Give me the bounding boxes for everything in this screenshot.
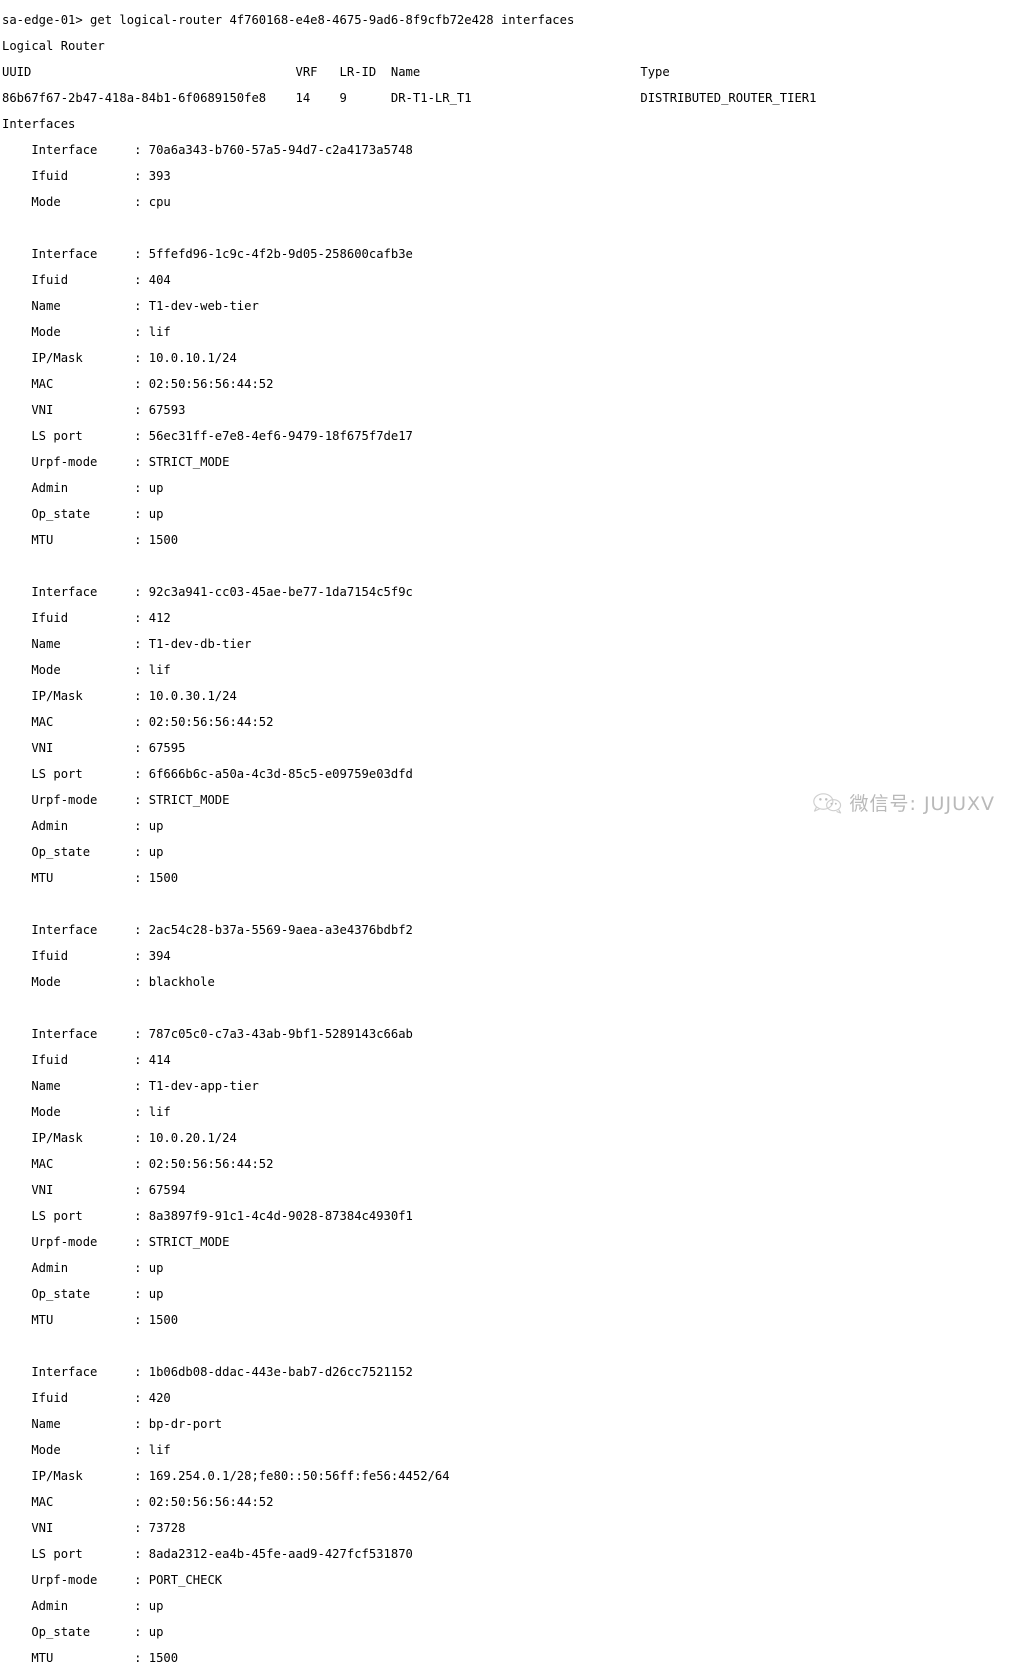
terminal-line: IP/Mask : 10.0.10.1/24: [2, 351, 237, 366]
terminal-line: LS port : 6f666b6c-a50a-4c3d-85c5-e09759…: [2, 767, 413, 782]
terminal-line: Mode : lif: [2, 325, 171, 340]
terminal-line: MAC : 02:50:56:56:44:52: [2, 1495, 274, 1510]
terminal-line: Ifuid : 404: [2, 273, 171, 288]
terminal-line: sa-edge-01> get logical-router 4f760168-…: [2, 13, 575, 28]
terminal-line: Urpf-mode : PORT_CHECK: [2, 1573, 223, 1588]
terminal-line: Interface : 70a6a343-b760-57a5-94d7-c2a4…: [2, 143, 413, 158]
terminal-line: Admin : up: [2, 1599, 164, 1614]
terminal-line: Op_state : up: [2, 845, 164, 860]
terminal-line: Interface : 1b06db08-ddac-443e-bab7-d26c…: [2, 1365, 413, 1380]
terminal-line: Interface : 2ac54c28-b37a-5569-9aea-a3e4…: [2, 923, 413, 938]
terminal-line: 86b67f67-2b47-418a-84b1-6f0689150fe8 14 …: [2, 91, 817, 106]
terminal-line: UUID VRF LR-ID Name Type: [2, 65, 670, 80]
terminal-line: Urpf-mode : STRICT_MODE: [2, 793, 230, 808]
terminal-line: MTU : 1500: [2, 1651, 179, 1666]
terminal-line: Op_state : up: [2, 1287, 164, 1302]
terminal-line: Ifuid : 412: [2, 611, 171, 626]
terminal-line: Interface : 787c05c0-c7a3-43ab-9bf1-5289…: [2, 1027, 413, 1042]
terminal-line: Interfaces: [2, 117, 76, 132]
terminal-line: MTU : 1500: [2, 533, 179, 548]
terminal-line: Ifuid : 394: [2, 949, 171, 964]
terminal-line: Mode : lif: [2, 663, 171, 678]
terminal-line: VNI : 73728: [2, 1521, 186, 1536]
terminal-line: VNI : 67593: [2, 403, 186, 418]
terminal-line: Mode : lif: [2, 1443, 171, 1458]
terminal-line: MAC : 02:50:56:56:44:52: [2, 1157, 274, 1172]
terminal-line: Name : T1-dev-app-tier: [2, 1079, 259, 1094]
terminal-line: LS port : 8a3897f9-91c1-4c4d-9028-87384c…: [2, 1209, 413, 1224]
terminal-line: Ifuid : 414: [2, 1053, 171, 1068]
terminal-line: Mode : blackhole: [2, 975, 215, 990]
terminal-line: VNI : 67594: [2, 1183, 186, 1198]
terminal-line: Name : bp-dr-port: [2, 1417, 223, 1432]
terminal-line: LS port : 8ada2312-ea4b-45fe-aad9-427fcf…: [2, 1547, 413, 1562]
terminal-line: Name : T1-dev-db-tier: [2, 637, 252, 652]
terminal-line: MAC : 02:50:56:56:44:52: [2, 377, 274, 392]
terminal-line: IP/Mask : 10.0.20.1/24: [2, 1131, 237, 1146]
terminal-output: sa-edge-01> get logical-router 4f760168-…: [0, 12, 1013, 1665]
terminal-line: LS port : 56ec31ff-e7e8-4ef6-9479-18f675…: [2, 429, 413, 444]
terminal-line: Mode : lif: [2, 1105, 171, 1120]
terminal-line: MAC : 02:50:56:56:44:52: [2, 715, 274, 730]
terminal-line: Op_state : up: [2, 507, 164, 522]
terminal-line: IP/Mask : 169.254.0.1/28;fe80::50:56ff:f…: [2, 1469, 450, 1484]
terminal-line: MTU : 1500: [2, 871, 179, 886]
terminal-line: Ifuid : 420: [2, 1391, 171, 1406]
terminal-line: Name : T1-dev-web-tier: [2, 299, 259, 314]
terminal-line: Ifuid : 393: [2, 169, 171, 184]
terminal-line: IP/Mask : 10.0.30.1/24: [2, 689, 237, 704]
terminal-line: MTU : 1500: [2, 1313, 179, 1328]
terminal-line: Interface : 5ffefd96-1c9c-4f2b-9d05-2586…: [2, 247, 413, 262]
terminal-line: Mode : cpu: [2, 195, 171, 210]
terminal-line: Interface : 92c3a941-cc03-45ae-be77-1da7…: [2, 585, 413, 600]
terminal-line: Logical Router: [2, 39, 105, 54]
terminal-line: Op_state : up: [2, 1625, 164, 1640]
terminal-line: Urpf-mode : STRICT_MODE: [2, 455, 230, 470]
terminal-line: Admin : up: [2, 1261, 164, 1276]
terminal-line: VNI : 67595: [2, 741, 186, 756]
terminal-line: Admin : up: [2, 819, 164, 834]
terminal-line: Urpf-mode : STRICT_MODE: [2, 1235, 230, 1250]
terminal-line: Admin : up: [2, 481, 164, 496]
